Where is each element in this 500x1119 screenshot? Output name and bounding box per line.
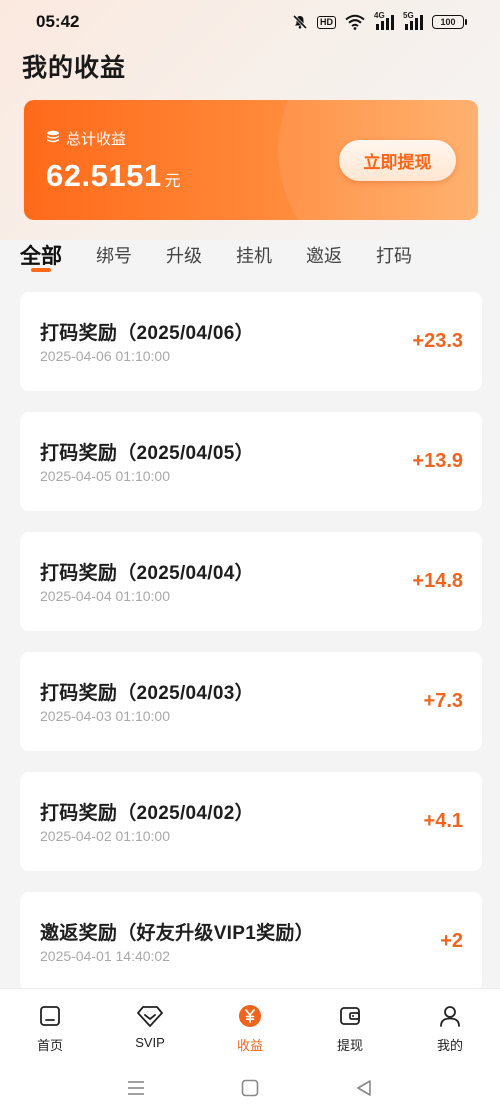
- wifi-icon: [345, 14, 365, 30]
- mute-bell-icon: [292, 14, 308, 30]
- wallet-icon: [337, 1003, 363, 1029]
- tab-all[interactable]: 全部: [20, 238, 62, 272]
- record-time: 2025-04-02 01:10:00: [40, 828, 170, 844]
- record-time: 2025-04-04 01:10:00: [40, 588, 170, 604]
- signal-5g-icon: 5G: [403, 11, 423, 30]
- withdraw-now-button[interactable]: 立即提现: [339, 140, 456, 181]
- category-tabs: 全部 绑号 升级 挂机 邀返 打码: [20, 238, 446, 278]
- status-time: 05:42: [36, 12, 80, 31]
- record-amount: +4.1: [423, 810, 463, 832]
- hd-badge: HD: [317, 15, 336, 29]
- home-icon: [37, 1003, 63, 1029]
- nav-home-label: 首页: [36, 1038, 63, 1053]
- total-earnings-label: 总计收益: [46, 128, 126, 149]
- nav-earnings-label: 收益: [236, 1038, 263, 1053]
- coin-stack-icon: [46, 130, 60, 148]
- record-time: 2025-04-06 01:10:00: [40, 348, 170, 364]
- tab-idle[interactable]: 挂机: [236, 238, 272, 272]
- total-earnings-label-text: 总计收益: [66, 131, 127, 148]
- nav-withdraw[interactable]: 提现: [300, 989, 400, 1054]
- record-title: 打码奖励（2025/04/04）: [40, 563, 254, 584]
- total-earnings-value: 62.5151: [46, 158, 162, 193]
- nav-mine-label: 我的: [436, 1038, 463, 1053]
- list-item[interactable]: 邀返奖励（好友升级VIP1奖励） 2025-04-01 14:40:02 +2: [20, 892, 482, 991]
- nav-mine[interactable]: 我的: [400, 989, 500, 1054]
- earnings-record-list: 打码奖励（2025/04/06） 2025-04-06 01:10:00 +23…: [20, 292, 482, 1012]
- list-item[interactable]: 打码奖励（2025/04/06） 2025-04-06 01:10:00 +23…: [20, 292, 482, 391]
- tab-bind-account[interactable]: 绑号: [96, 238, 132, 272]
- record-amount: +23.3: [412, 330, 463, 352]
- yen-coin-icon: [237, 1003, 263, 1029]
- active-tab-indicator: [31, 268, 51, 272]
- record-amount: +14.8: [412, 570, 463, 592]
- menu-icon[interactable]: [127, 1080, 145, 1101]
- nav-earnings[interactable]: 收益: [200, 989, 300, 1054]
- record-time: 2025-04-01 14:40:02: [40, 948, 170, 964]
- system-navigation-bar: [0, 1062, 500, 1119]
- total-earnings-card: 总计收益 62.5151 元 立即提现: [24, 100, 478, 220]
- total-earnings-amount: 62.5151 元: [46, 158, 181, 194]
- record-amount: +13.9: [412, 450, 463, 472]
- tab-captcha[interactable]: 打码: [376, 238, 412, 272]
- back-triangle-icon[interactable]: [355, 1079, 373, 1102]
- record-title: 邀返奖励（好友升级VIP1奖励）: [40, 923, 314, 944]
- record-time: 2025-04-03 01:10:00: [40, 708, 170, 724]
- nav-withdraw-label: 提现: [336, 1038, 363, 1053]
- nav-svip-label: SVIP: [135, 1035, 165, 1050]
- record-title: 打码奖励（2025/04/02）: [40, 803, 254, 824]
- tab-invite-rebate[interactable]: 邀返: [306, 238, 342, 272]
- currency-unit: 元: [164, 173, 181, 190]
- record-time: 2025-04-05 01:10:00: [40, 468, 170, 484]
- record-title: 打码奖励（2025/04/03）: [40, 683, 254, 704]
- record-amount: +7.3: [423, 690, 463, 712]
- nav-home[interactable]: 首页: [0, 989, 100, 1054]
- signal-4g-icon: 4G: [374, 11, 394, 30]
- tab-upgrade[interactable]: 升级: [166, 238, 202, 272]
- status-icons: HD 4G 5G 100: [292, 11, 467, 30]
- bottom-nav: 首页 SVIP 收益 提现 我的: [0, 988, 500, 1062]
- record-title: 打码奖励（2025/04/06）: [40, 323, 254, 344]
- home-square-icon[interactable]: [241, 1079, 259, 1102]
- list-item[interactable]: 打码奖励（2025/04/04） 2025-04-04 01:10:00 +14…: [20, 532, 482, 631]
- record-title: 打码奖励（2025/04/05）: [40, 443, 254, 464]
- list-item[interactable]: 打码奖励（2025/04/03） 2025-04-03 01:10:00 +7.…: [20, 652, 482, 751]
- status-bar: 05:42 HD 4G 5G 100: [0, 0, 500, 44]
- nav-svip[interactable]: SVIP: [100, 989, 200, 1050]
- list-item[interactable]: 打码奖励（2025/04/05） 2025-04-05 01:10:00 +13…: [20, 412, 482, 511]
- page-title: 我的收益: [22, 54, 127, 82]
- record-amount: +2: [440, 930, 463, 952]
- diamond-icon: [137, 1003, 163, 1029]
- person-icon: [437, 1003, 463, 1029]
- battery-icon: 100: [432, 15, 467, 29]
- list-item[interactable]: 打码奖励（2025/04/02） 2025-04-02 01:10:00 +4.…: [20, 772, 482, 871]
